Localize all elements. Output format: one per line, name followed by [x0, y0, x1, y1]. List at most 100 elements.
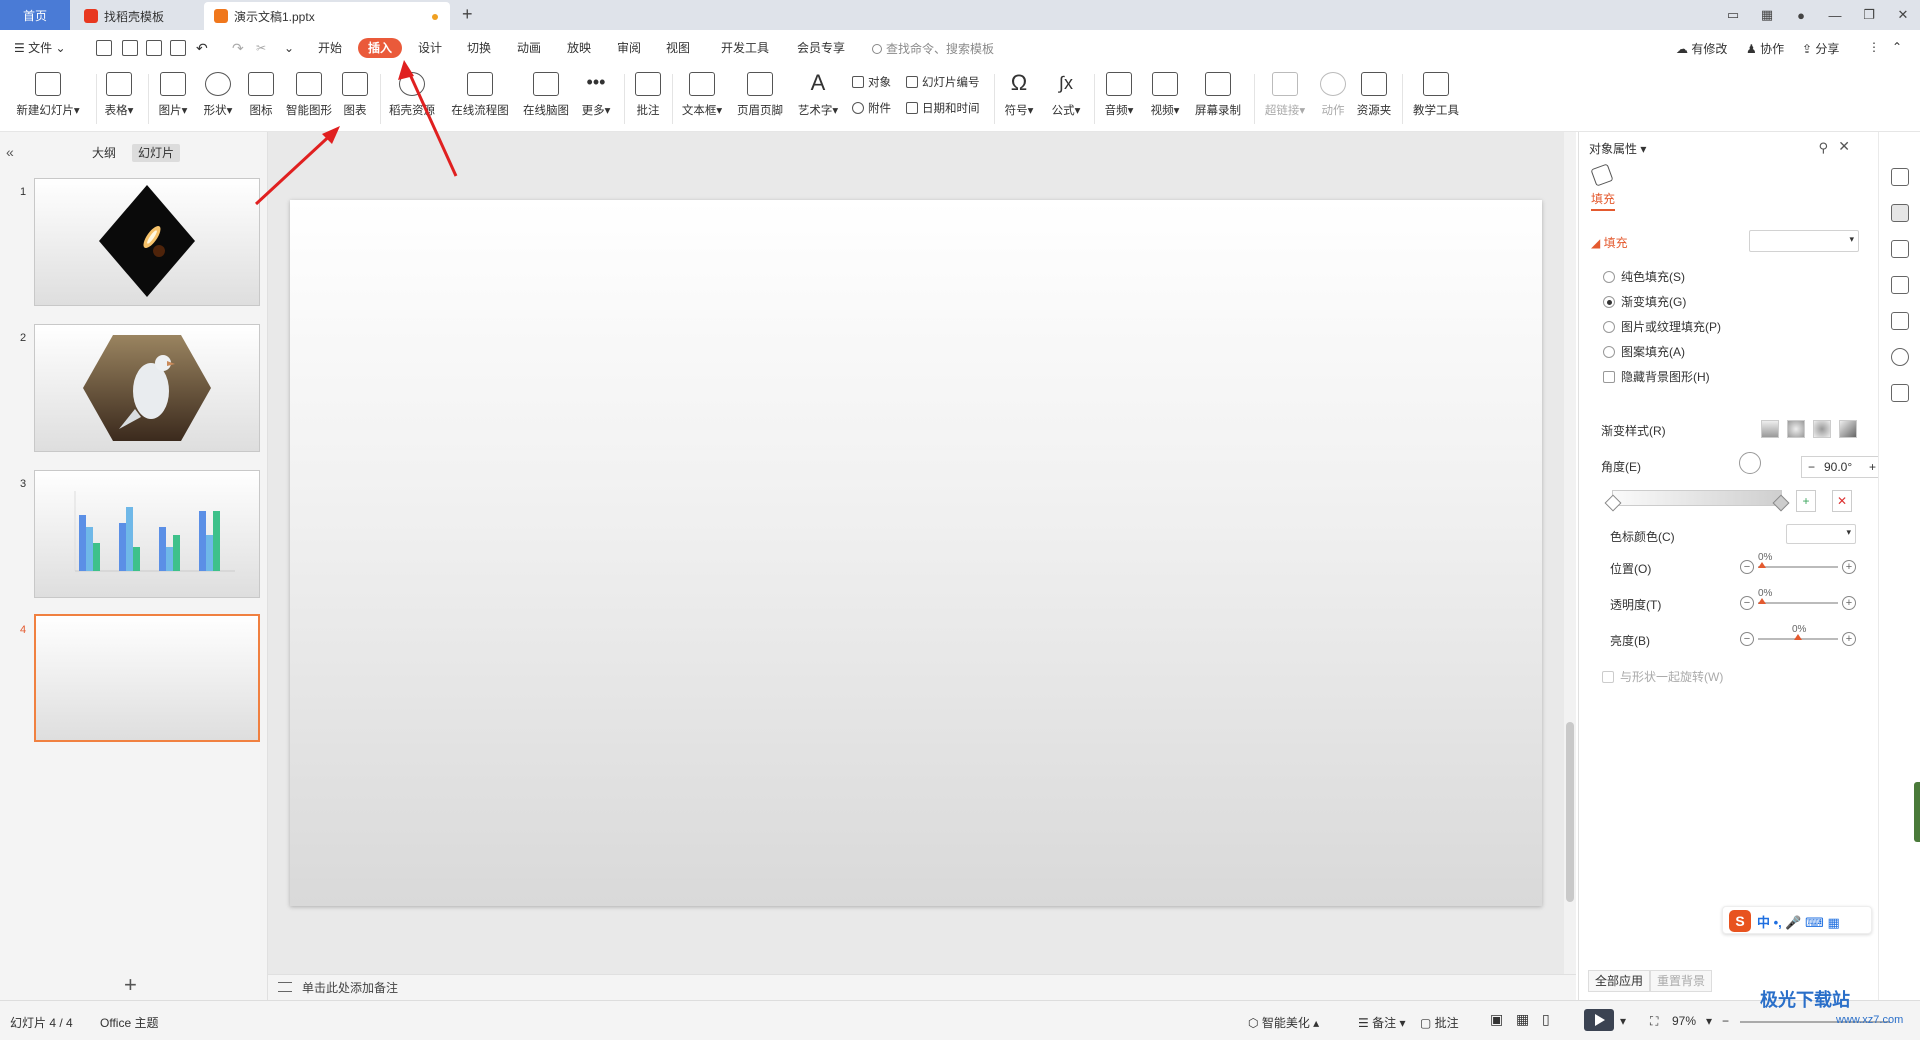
online-flowchart-button[interactable]: 在线流程图 [448, 70, 512, 128]
transparency-slider[interactable] [1758, 598, 1838, 604]
tab-outline[interactable]: 大纲 [86, 144, 122, 162]
menu-insert[interactable]: 插入 [358, 38, 403, 58]
tab-slides[interactable]: 幻灯片 [132, 144, 181, 162]
theme-name[interactable]: Office 主题 [100, 1014, 158, 1031]
smart-beautify-button[interactable]: ⬡ 智能美化 ▴ [1248, 1014, 1319, 1031]
format-painter-icon[interactable]: ✂ [256, 38, 266, 58]
more-options-icon[interactable]: ⋮ [1868, 40, 1880, 54]
share-button[interactable]: ⇪ 分享 [1802, 40, 1839, 57]
screen-record-button[interactable]: 屏幕录制 [1192, 70, 1244, 128]
shape-button[interactable]: 形状▾ [198, 70, 238, 128]
restore-icon[interactable]: ❐ [1852, 7, 1886, 23]
more-button[interactable]: ••• 更多▾ [578, 70, 614, 128]
print-preview-icon[interactable] [170, 40, 186, 56]
slide-number-button[interactable]: 幻灯片编号 [906, 74, 980, 92]
audio-button[interactable]: 音频▾ [1100, 70, 1138, 128]
header-footer-button[interactable]: 页眉页脚 [734, 70, 786, 128]
command-search[interactable]: 查找命令、搜索模板 [872, 39, 994, 59]
print-icon[interactable] [146, 40, 162, 56]
ime-toolbar[interactable]: S 中 •, 🎤 ⌨ ▦ [1722, 906, 1872, 934]
transparency-plus-icon[interactable]: + [1842, 596, 1856, 610]
slider-knob[interactable] [1794, 634, 1802, 640]
menu-member[interactable]: 会员专享 [797, 38, 845, 58]
reset-background-button[interactable]: 重置背景 [1650, 970, 1713, 992]
book-icon[interactable] [1891, 384, 1909, 402]
avatar[interactable]: ● [1784, 8, 1818, 23]
normal-view-icon[interactable]: ▣ [1490, 1011, 1503, 1028]
collab-button[interactable]: ♟ 协作 [1746, 40, 1784, 57]
vertical-scrollbar[interactable] [1564, 132, 1576, 974]
fill-section-header[interactable]: ◢ 填充 [1591, 234, 1628, 251]
hyperlink-button[interactable]: 超链接▾ [1262, 70, 1308, 128]
brightness-plus-icon[interactable]: + [1842, 632, 1856, 646]
position-plus-icon[interactable]: + [1842, 560, 1856, 574]
gradient-stops-bar[interactable] [1604, 490, 1790, 512]
radio-solid-fill[interactable]: 纯色填充(S) [1603, 268, 1685, 285]
formula-button[interactable]: ∫x 公式▾ [1046, 70, 1086, 128]
radio-gradient-fill[interactable]: 渐变填充(G) [1603, 293, 1686, 310]
transparency-minus-icon[interactable]: − [1740, 596, 1754, 610]
zoom-out-icon[interactable]: − [1722, 1014, 1729, 1028]
slide-thumbnail-4[interactable] [34, 614, 260, 742]
slider-knob[interactable] [1758, 598, 1766, 604]
date-time-button[interactable]: 日期和时间 [906, 100, 980, 118]
play-slideshow-button[interactable] [1584, 1009, 1614, 1031]
gradient-path-icon[interactable] [1839, 420, 1857, 438]
table-button[interactable]: 表格▾ [102, 70, 136, 128]
zoom-dropdown-icon[interactable]: ▾ [1706, 1014, 1712, 1028]
notes-bar[interactable]: 单击此处添加备注 [268, 974, 1576, 1000]
resource-folder-button[interactable]: 资源夹 [1354, 70, 1394, 128]
gradient-rect-icon[interactable] [1813, 420, 1831, 438]
brightness-minus-icon[interactable]: − [1740, 632, 1754, 646]
object-button[interactable]: 对象 [852, 74, 891, 92]
video-button[interactable]: 视频▾ [1146, 70, 1184, 128]
action-button[interactable]: 动作 [1318, 70, 1348, 128]
menu-review[interactable]: 审阅 [617, 38, 641, 58]
notes-toggle-button[interactable]: ☰ 备注 ▾ [1358, 1014, 1405, 1031]
angle-stepper[interactable]: − 90.0° + [1801, 456, 1883, 478]
brightness-slider[interactable] [1758, 634, 1838, 640]
slide-thumbnail-3[interactable] [34, 470, 260, 598]
menu-developer[interactable]: 开发工具 [721, 38, 769, 58]
online-mindmap-button[interactable]: 在线脑图 [520, 70, 572, 128]
slider-knob[interactable] [1758, 562, 1766, 568]
chart-button[interactable]: 图表 [340, 70, 370, 128]
apply-all-button[interactable]: 全部应用 [1588, 970, 1651, 992]
symbol-button[interactable]: Ω 符号▾ [1000, 70, 1038, 128]
teaching-tools-button[interactable]: 教学工具 [1410, 70, 1462, 128]
smartart-button[interactable]: 智能图形 [283, 70, 335, 128]
slide-thumbnail-2[interactable] [34, 324, 260, 452]
comment-button[interactable]: 批注 [632, 70, 664, 128]
position-slider[interactable] [1758, 562, 1838, 568]
collapse-pane-icon[interactable]: « [6, 144, 14, 160]
tab-home[interactable]: 首页 [0, 0, 70, 30]
collapse-ribbon-icon[interactable]: ⌃ [1892, 40, 1902, 54]
comment-toggle-button[interactable]: ▢ 批注 [1420, 1014, 1459, 1031]
animation-star-icon[interactable] [1891, 240, 1909, 258]
menu-transition[interactable]: 切换 [467, 38, 491, 58]
rotate-with-shape-checkbox[interactable]: 与形状一起旋转(W) [1602, 668, 1723, 685]
fill-color-dropdown[interactable]: ▾ [1749, 230, 1859, 252]
picture-tools-icon[interactable] [1891, 312, 1909, 330]
play-options-icon[interactable]: ▾ [1620, 1014, 1626, 1028]
menu-animation[interactable]: 动画 [517, 38, 541, 58]
layout-icon[interactable]: ▭ [1716, 7, 1750, 23]
textbox-button[interactable]: 文本框▾ [678, 70, 726, 128]
file-menu[interactable]: ☰ 文件 ⌄ [14, 38, 66, 58]
current-slide[interactable] [290, 200, 1542, 906]
rocket-icon[interactable] [1891, 168, 1909, 186]
fit-window-icon[interactable]: ⛶ [1650, 1014, 1658, 1029]
grid-icon[interactable]: ▦ [1750, 7, 1784, 23]
sorter-view-icon[interactable]: ▦ [1516, 1011, 1529, 1028]
angle-dial[interactable] [1739, 452, 1761, 474]
radio-picture-fill[interactable]: 图片或纹理填充(P) [1603, 318, 1721, 335]
picture-button[interactable]: 图片▾ [156, 70, 190, 128]
customize-quick-access-icon[interactable]: ⌄ [284, 38, 294, 58]
reading-view-icon[interactable]: ▯ [1542, 1011, 1550, 1028]
tab-document[interactable]: 演示文稿1.pptx [204, 2, 450, 30]
panel-title[interactable]: 对象属性 ▾ [1589, 140, 1646, 157]
zoom-level[interactable]: 97% [1672, 1014, 1696, 1028]
new-slide-button[interactable]: 新建幻灯片▾ [10, 70, 86, 128]
scrollbar-thumb[interactable] [1566, 722, 1574, 902]
position-minus-icon[interactable]: − [1740, 560, 1754, 574]
